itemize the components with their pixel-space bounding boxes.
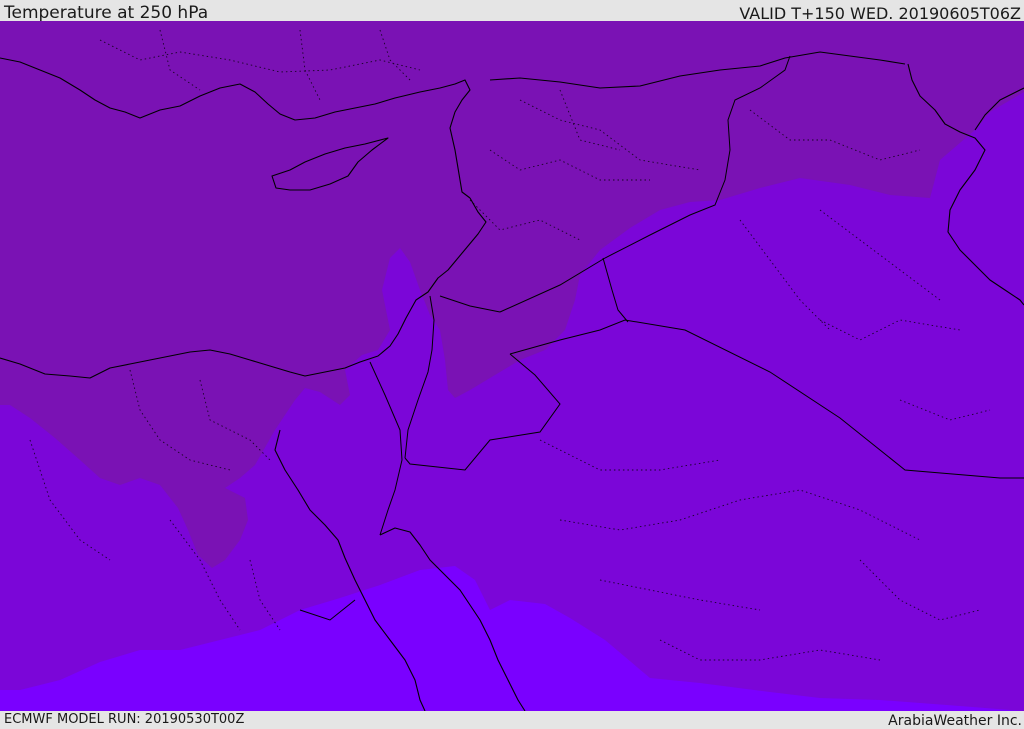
map-svg	[0, 21, 1024, 711]
footer-bar: ECMWF MODEL RUN: 20190530T00Z ArabiaWeat…	[0, 711, 1024, 729]
weather-map[interactable]	[0, 21, 1024, 711]
header-bar: Temperature at 250 hPa VALID T+150 WED. …	[0, 0, 1024, 23]
credit-label: ArabiaWeather Inc.	[888, 713, 1022, 729]
map-title: Temperature at 250 hPa	[4, 3, 209, 23]
model-run-label: ECMWF MODEL RUN: 20190530T00Z	[4, 712, 245, 727]
